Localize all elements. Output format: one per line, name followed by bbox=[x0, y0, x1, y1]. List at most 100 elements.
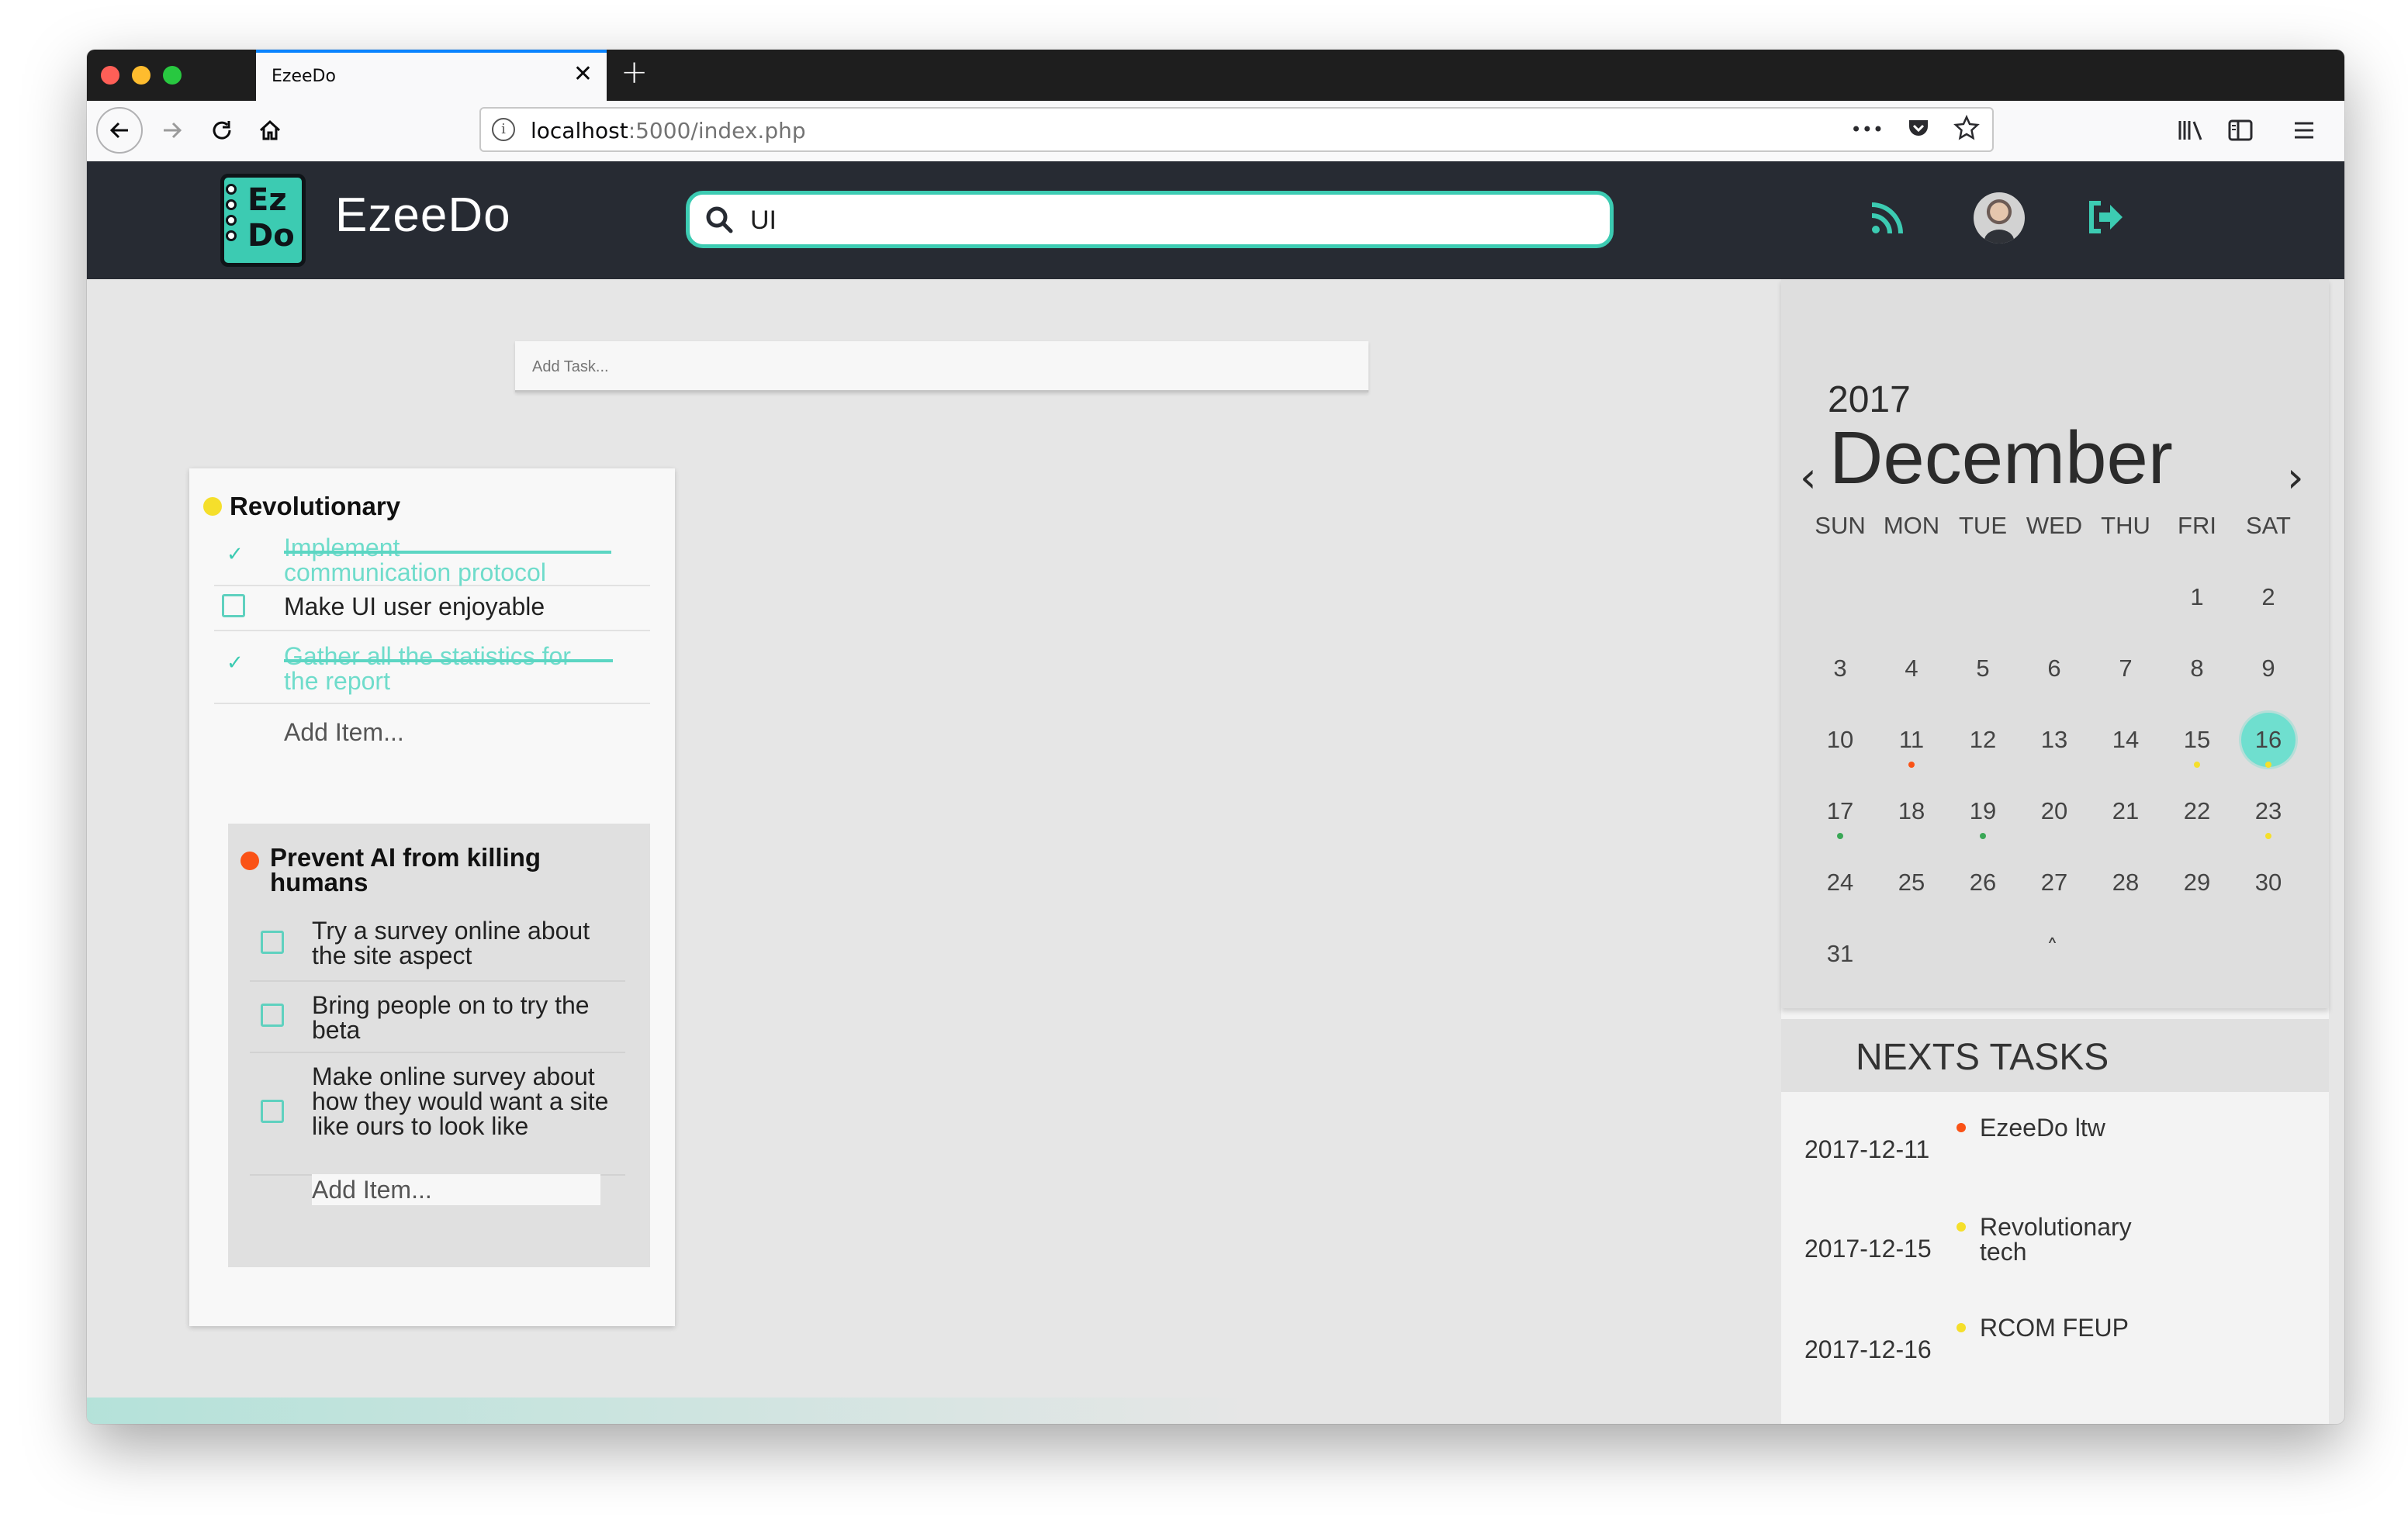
rss-feed-icon[interactable] bbox=[1863, 192, 1913, 242]
calendar-day[interactable]: 8 bbox=[2170, 641, 2224, 696]
sub-add-item-input[interactable]: Add Item... bbox=[312, 1176, 432, 1204]
checkbox[interactable] bbox=[222, 594, 245, 617]
weekday-header: SAT bbox=[2246, 512, 2291, 539]
next-task-row[interactable]: 2017-12-15 Revolutionary tech bbox=[1781, 1202, 2329, 1280]
calendar-day[interactable]: 5 bbox=[1956, 641, 2010, 696]
minimize-window-button[interactable] bbox=[132, 66, 150, 85]
calendar-day[interactable]: 6 bbox=[2027, 641, 2081, 696]
calendar-day[interactable]: 31 bbox=[1813, 927, 1867, 981]
menu-button[interactable] bbox=[2282, 107, 2326, 154]
calendar-day[interactable]: 2 bbox=[2241, 570, 2296, 624]
calendar-day[interactable]: 25 bbox=[1884, 855, 1939, 910]
calendar-day[interactable]: 9 bbox=[2241, 641, 2296, 696]
next-task-dot bbox=[1956, 1222, 1966, 1232]
calendar-day[interactable]: 20 bbox=[2027, 784, 2081, 838]
calendar-day[interactable]: 27 bbox=[2027, 855, 2081, 910]
list-item[interactable]: ✓ Gather all the statistics for the repor… bbox=[214, 630, 650, 704]
calendar-day[interactable]: 7 bbox=[2098, 641, 2153, 696]
weekday-header: MON bbox=[1883, 512, 1940, 539]
sub-list-title[interactable]: Prevent AI from killing humans bbox=[270, 845, 596, 895]
calendar-day[interactable]: 17 bbox=[1813, 784, 1867, 838]
navigation-bar: i localhost:5000/index.php ••• bbox=[87, 101, 2344, 162]
address-bar[interactable]: i localhost:5000/index.php ••• bbox=[479, 107, 1994, 152]
sidebar-button[interactable] bbox=[2219, 107, 2262, 154]
search-input[interactable] bbox=[749, 201, 1590, 240]
next-task-row[interactable]: 2017-12-11 EzeeDo ltw bbox=[1781, 1103, 2329, 1180]
calendar-day[interactable]: 30 bbox=[2241, 855, 2296, 910]
checkbox[interactable] bbox=[261, 931, 284, 954]
list-item[interactable]: ✓ Implement communication protocol bbox=[214, 530, 650, 586]
sub-add-item-field[interactable]: Add Item... bbox=[312, 1174, 600, 1205]
calendar-day[interactable]: 18 bbox=[1884, 784, 1939, 838]
sub-list-item[interactable]: Bring people on to try the beta bbox=[250, 980, 625, 1053]
next-month-button[interactable]: › bbox=[2287, 453, 2304, 502]
calendar-day[interactable]: 1 bbox=[2170, 570, 2224, 624]
calendar-day[interactable]: 15 bbox=[2170, 713, 2224, 767]
calendar-day[interactable]: 24 bbox=[1813, 855, 1867, 910]
calendar-day-today[interactable]: 16 bbox=[2241, 713, 2296, 767]
calendar-day[interactable]: 21 bbox=[2098, 784, 2153, 838]
previous-month-button[interactable]: ‹ bbox=[1800, 453, 1817, 502]
calendar-day[interactable]: 26 bbox=[1956, 855, 2010, 910]
hamburger-menu-icon bbox=[2295, 122, 2313, 139]
calendar-day[interactable]: 11 bbox=[1884, 713, 1939, 767]
calendar-day[interactable]: 3 bbox=[1813, 641, 1867, 696]
next-tasks-title: NEXTS TASKS bbox=[1856, 1037, 2109, 1078]
search-box[interactable] bbox=[686, 191, 1614, 248]
next-task-row[interactable]: 2017-12-16 RCOM FEUP bbox=[1781, 1303, 2329, 1380]
checked-icon[interactable]: ✓ bbox=[227, 651, 244, 675]
home-button[interactable] bbox=[247, 107, 293, 154]
app-header: Ez Do EzeeDo bbox=[87, 161, 2344, 279]
calendar-day[interactable]: 4 bbox=[1884, 641, 1939, 696]
next-task-name[interactable]: Revolutionary tech bbox=[1980, 1214, 2181, 1264]
sub-list-item[interactable]: Make online survey about how they would … bbox=[250, 1052, 625, 1176]
pocket-icon[interactable] bbox=[1905, 115, 1932, 141]
brand-name[interactable]: EzeeDo bbox=[335, 188, 511, 243]
next-task-name[interactable]: RCOM FEUP bbox=[1980, 1315, 2181, 1340]
checkbox[interactable] bbox=[261, 1100, 284, 1123]
sub-list-item[interactable]: Try a survey online about the site aspec… bbox=[250, 907, 625, 982]
app-logo[interactable]: Ez Do bbox=[220, 174, 306, 267]
library-button[interactable] bbox=[2169, 107, 2213, 154]
checked-icon[interactable]: ✓ bbox=[227, 543, 244, 566]
forward-button[interactable] bbox=[149, 107, 195, 154]
collapse-calendar-icon[interactable]: ˄ bbox=[2046, 935, 2058, 962]
page-info-icon[interactable]: i bbox=[492, 118, 515, 141]
calendar-panel: 2017 ‹ December › ˄ SUN MON TUE WED THU FRI SA… bbox=[1781, 279, 2329, 1424]
close-window-button[interactable] bbox=[101, 66, 119, 85]
next-tasks-header: NEXTS TASKS bbox=[1781, 1019, 2329, 1092]
page-actions-icon[interactable]: ••• bbox=[1851, 115, 1884, 144]
calendar-day[interactable]: 14 bbox=[2098, 713, 2153, 767]
browser-tab[interactable]: EzeeDo ✕ bbox=[256, 50, 607, 101]
logout-icon[interactable] bbox=[2081, 192, 2130, 242]
sub-list-color-dot bbox=[240, 852, 259, 870]
event-dot bbox=[1980, 833, 1986, 839]
calendar-day[interactable]: 23 bbox=[2241, 784, 2296, 838]
user-avatar[interactable] bbox=[1974, 192, 2025, 244]
checkbox[interactable] bbox=[261, 1004, 284, 1027]
calendar-day[interactable]: 28 bbox=[2098, 855, 2153, 910]
add-item-input[interactable]: Add Item... bbox=[284, 718, 404, 747]
calendar-day[interactable]: 22 bbox=[2170, 784, 2224, 838]
calendar: 2017 ‹ December › ˄ SUN MON TUE WED THU FRI SA… bbox=[1781, 279, 2329, 1008]
forward-icon bbox=[164, 122, 182, 139]
reload-button[interactable] bbox=[199, 107, 245, 154]
strikethrough-line bbox=[284, 551, 611, 554]
list-title[interactable]: Revolutionary bbox=[230, 492, 400, 521]
list-item[interactable]: Make UI user enjoyable bbox=[214, 585, 650, 631]
calendar-day[interactable]: 29 bbox=[2170, 855, 2224, 910]
bookmark-star-icon[interactable] bbox=[1953, 115, 1980, 141]
new-tab-button[interactable]: + bbox=[621, 53, 648, 91]
calendar-day[interactable]: 12 bbox=[1956, 713, 2010, 767]
url-text[interactable]: localhost:5000/index.php bbox=[531, 118, 806, 143]
maximize-window-button[interactable] bbox=[163, 66, 182, 85]
sidebar-icon bbox=[2228, 119, 2253, 141]
weekday-header: THU bbox=[2101, 512, 2150, 539]
tab-close-icon[interactable]: ✕ bbox=[573, 60, 593, 88]
calendar-day[interactable]: 10 bbox=[1813, 713, 1867, 767]
add-task-input[interactable] bbox=[531, 354, 1356, 380]
next-task-name[interactable]: EzeeDo ltw bbox=[1980, 1115, 2181, 1140]
back-button[interactable] bbox=[96, 107, 143, 154]
calendar-day[interactable]: 13 bbox=[2027, 713, 2081, 767]
calendar-day[interactable]: 19 bbox=[1956, 784, 2010, 838]
